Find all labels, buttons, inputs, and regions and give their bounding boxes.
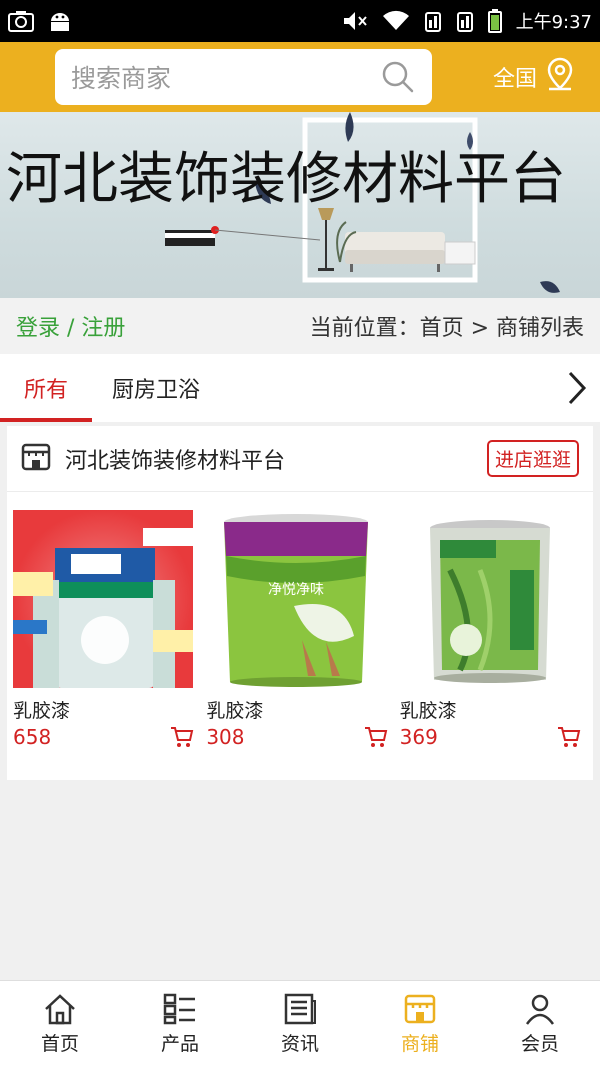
add-to-cart-icon[interactable] xyxy=(170,726,194,748)
banner[interactable]: 河北装饰装修材料平台 xyxy=(0,112,600,298)
tab-all[interactable]: 所有 xyxy=(0,354,92,422)
region-label: 全国 xyxy=(493,67,538,92)
product-price: 308 xyxy=(206,725,245,749)
nav-news[interactable]: 资讯 xyxy=(240,981,360,1067)
mute-icon xyxy=(342,10,368,32)
shop-icon xyxy=(403,993,437,1025)
product-list: 乳胶漆 658 净悦净味 乳胶漆 308 乳胶漆 369 xyxy=(7,492,593,749)
search-box[interactable]: 搜索商家 xyxy=(55,49,432,105)
nav-member[interactable]: 会员 xyxy=(480,981,600,1067)
region-selector[interactable]: 全国 xyxy=(493,57,575,97)
header: 搜索商家 全国 xyxy=(0,42,600,112)
search-input[interactable]: 搜索商家 xyxy=(71,59,380,95)
signal-icon-2 xyxy=(456,10,474,32)
breadcrumb-bar: 登录 / 注册 当前位置：首页 > 商铺列表 xyxy=(0,298,600,354)
nav-news-label: 资讯 xyxy=(280,1032,319,1055)
product-name: 乳胶漆 xyxy=(13,700,71,722)
product-price: 658 xyxy=(13,725,52,749)
nav-member-label: 会员 xyxy=(520,1032,559,1055)
search-icon[interactable] xyxy=(380,59,416,95)
nav-products[interactable]: 产品 xyxy=(120,981,240,1067)
wifi-icon xyxy=(382,10,410,32)
product-item[interactable]: 乳胶漆 658 xyxy=(13,510,206,749)
product-name: 乳胶漆 xyxy=(399,700,457,722)
shop-header: 河北装饰装修材料平台 进店逛逛 xyxy=(7,426,593,492)
product-price: 369 xyxy=(399,725,438,749)
android-icon xyxy=(48,10,72,32)
shop-card: 河北装饰装修材料平台 进店逛逛 乳胶漆 658 净悦净味 乳胶漆 308 乳胶漆… xyxy=(7,426,593,780)
store-icon xyxy=(21,442,51,476)
banner-title: 河北装饰装修材料平台 xyxy=(6,147,566,212)
signal-icon xyxy=(424,10,442,32)
product-item[interactable]: 乳胶漆 369 xyxy=(399,510,593,749)
product-list-icon xyxy=(163,993,197,1025)
news-icon xyxy=(283,993,317,1025)
enter-shop-button[interactable]: 进店逛逛 xyxy=(486,440,579,477)
category-tabs: 所有 厨房卫浴 xyxy=(0,354,600,422)
product-image[interactable] xyxy=(399,510,580,688)
bottom-nav: 首页 产品 资讯 商铺 会员 xyxy=(0,980,600,1067)
home-icon xyxy=(43,993,77,1025)
shop-name: 河北装饰装修材料平台 xyxy=(65,448,286,474)
status-bar: 上午9:37 xyxy=(0,0,600,42)
battery-icon xyxy=(487,9,502,33)
product-image[interactable] xyxy=(13,510,193,688)
nav-home[interactable]: 首页 xyxy=(0,981,120,1067)
nav-shops-label: 商铺 xyxy=(400,1032,439,1055)
nav-products-label: 产品 xyxy=(160,1032,199,1055)
login-register-link[interactable]: 登录 / 注册 xyxy=(16,310,125,342)
nav-shops[interactable]: 商铺 xyxy=(360,981,480,1067)
nav-home-label: 首页 xyxy=(40,1032,79,1055)
tab-kitchen-bath[interactable]: 厨房卫浴 xyxy=(112,354,200,422)
product-item[interactable]: 净悦净味 乳胶漆 308 xyxy=(206,510,399,749)
svg-text:净悦净味: 净悦净味 xyxy=(268,582,324,598)
add-to-cart-icon[interactable] xyxy=(557,726,581,748)
screenshot-icon xyxy=(8,10,34,32)
location-pin-icon xyxy=(545,57,575,97)
product-name: 乳胶漆 xyxy=(206,700,264,722)
status-time: 上午9:37 xyxy=(515,12,592,33)
add-to-cart-icon[interactable] xyxy=(364,726,388,748)
product-image[interactable]: 净悦净味 xyxy=(206,510,387,688)
breadcrumb: 当前位置：首页 > 商铺列表 xyxy=(309,316,584,341)
chevron-right-icon[interactable] xyxy=(566,370,588,410)
member-icon xyxy=(523,993,557,1025)
